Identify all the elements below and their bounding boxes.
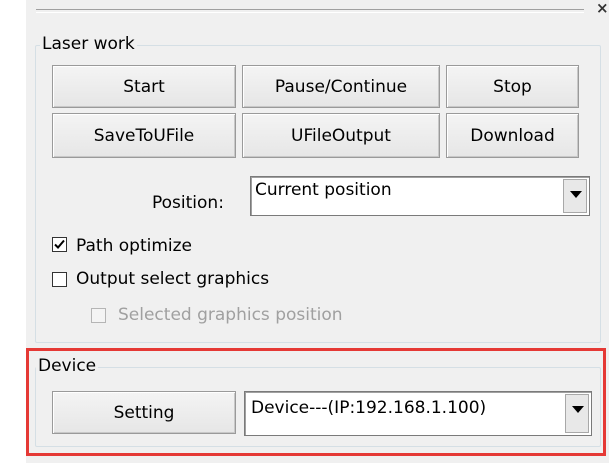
chevron-down-icon[interactable] [563, 179, 587, 213]
check-icon [54, 239, 65, 249]
start-button[interactable]: Start [52, 65, 236, 108]
path-optimize-checkbox[interactable] [52, 237, 67, 252]
top-strip: × [26, 0, 609, 22]
pause-continue-button[interactable]: Pause/Continue [242, 65, 440, 108]
divider-highlight [36, 12, 584, 13]
ufile-output-button[interactable]: UFileOutput [242, 113, 440, 158]
selected-graphics-position-checkbox [91, 308, 106, 323]
save-to-ufile-button[interactable]: SaveToUFile [52, 113, 236, 158]
position-select[interactable]: Current position [250, 176, 590, 216]
close-icon[interactable]: × [596, 0, 609, 16]
stop-button[interactable]: Stop [446, 65, 579, 108]
path-optimize-label[interactable]: Path optimize [76, 236, 192, 256]
divider [36, 9, 584, 10]
position-label: Position: [152, 193, 224, 213]
selected-graphics-position-label: Selected graphics position [118, 305, 343, 325]
position-select-value: Current position [255, 180, 392, 200]
output-select-graphics-label[interactable]: Output select graphics [76, 269, 269, 289]
laser-work-title: Laser work [40, 34, 137, 54]
output-select-graphics-checkbox[interactable] [52, 272, 67, 287]
highlight-box [26, 348, 606, 456]
download-button[interactable]: Download [446, 113, 579, 158]
